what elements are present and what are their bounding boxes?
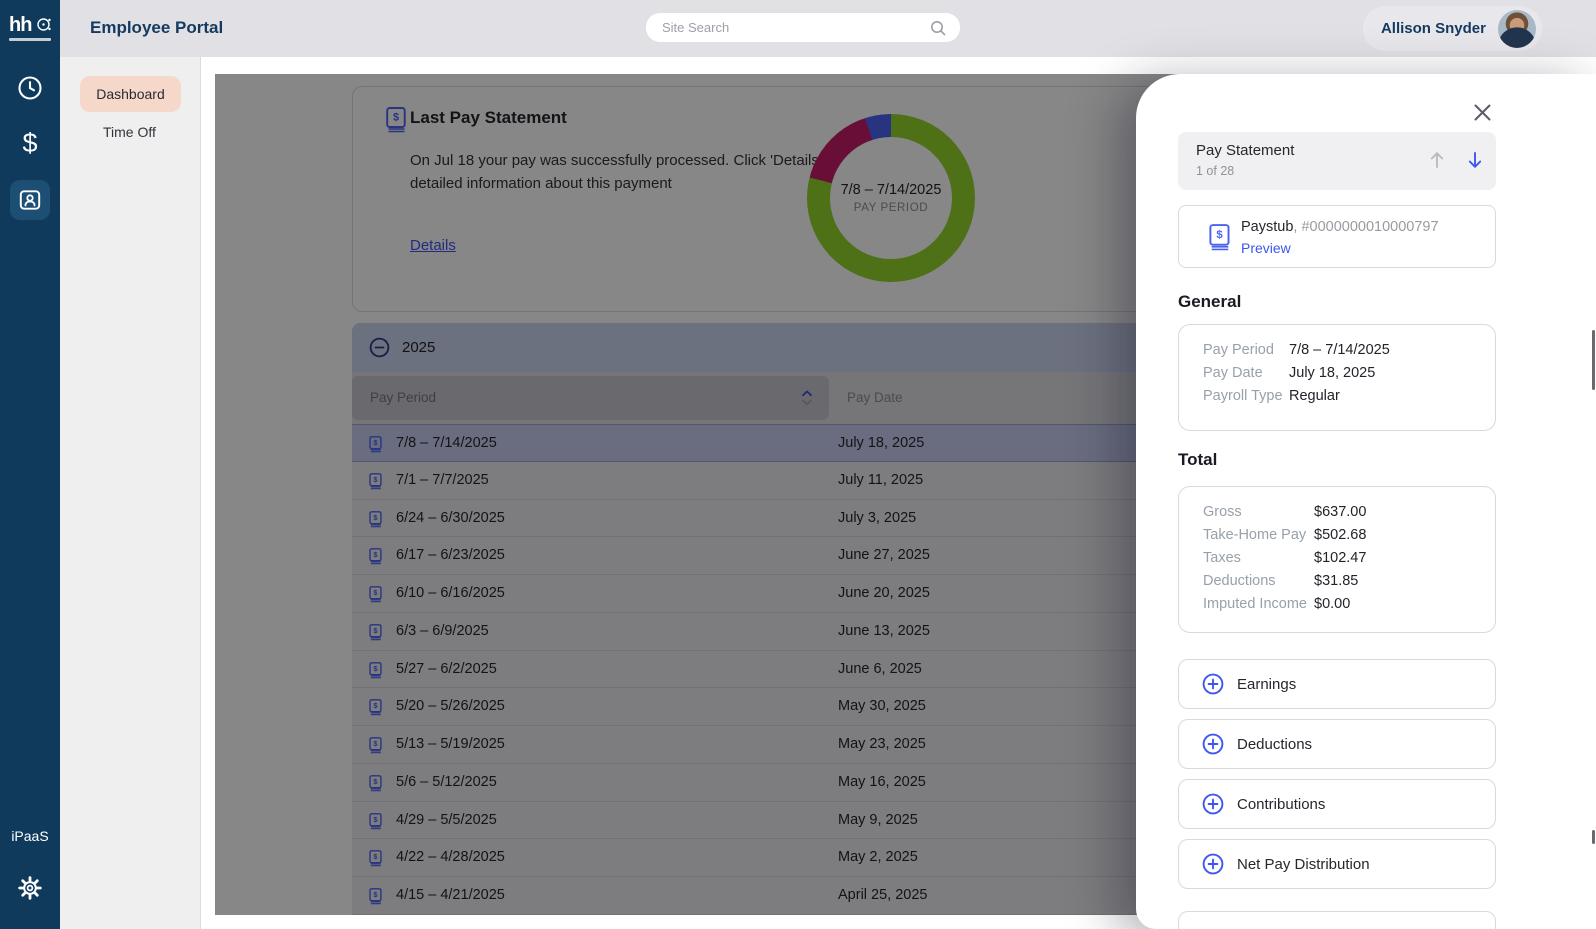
accordion-deductions[interactable]: Deductions [1178,719,1496,769]
general-card: Pay Period7/8 – 7/14/2025Pay DateJuly 18… [1178,324,1496,431]
detail-label: Deductions [1203,573,1314,589]
detail-value: $102.47 [1314,550,1366,566]
svg-text:$: $ [1216,229,1223,241]
total-heading: Total [1178,450,1217,470]
detail-row: Take-Home Pay$502.68 [1203,527,1495,543]
general-heading: General [1178,292,1241,312]
pay-statement-detail-panel: Pay Statement 1 of 28 $ Paystub, #000000… [1136,74,1596,929]
payroll-dollar-nav-icon[interactable]: $ [0,127,60,159]
app-logo[interactable]: hh [0,0,60,57]
detail-value: $31.85 [1314,573,1358,589]
logo-tagline [9,38,51,41]
scrollbar-thumb[interactable] [1592,830,1595,844]
employee-self-service-nav-icon[interactable] [10,180,50,220]
accordion-contributions[interactable]: Contributions [1178,779,1496,829]
detail-row: Gross$637.00 [1203,504,1495,520]
detail-row: Taxes$102.47 [1203,550,1495,566]
scrollbar-thumb[interactable] [1592,330,1595,390]
search-input[interactable] [646,13,960,42]
search-icon[interactable] [928,18,948,43]
detail-row: Imputed Income$0.00 [1203,596,1495,612]
sidebar: Dashboard Time Off [60,57,201,929]
pager-position: 1 of 28 [1196,164,1234,178]
nav-rail: hh $ iPaaS [0,0,60,929]
user-menu[interactable]: Allison Snyder [1363,6,1542,51]
detail-row: Pay Period7/8 – 7/14/2025 [1203,342,1495,358]
top-bar: Employee Portal Allison Snyder [60,0,1596,57]
paystub-document-card: $ Paystub, #0000000010000797 Preview [1178,205,1496,268]
accordion-label: Deductions [1237,736,1312,753]
time-clock-nav-icon[interactable] [0,74,60,102]
detail-row: Deductions$31.85 [1203,573,1495,589]
detail-value: July 18, 2025 [1289,365,1375,381]
detail-label: Pay Period [1203,342,1289,358]
sidebar-item-time-off[interactable]: Time Off [103,124,156,140]
detail-row: Pay DateJuly 18, 2025 [1203,365,1495,381]
detail-label: Gross [1203,504,1314,520]
sidebar-item-label: Dashboard [96,86,165,102]
expand-plus-icon[interactable] [1202,853,1224,875]
next-statement-arrow-icon[interactable] [1466,149,1484,176]
preview-link[interactable]: Preview [1241,240,1291,256]
detail-value: $502.68 [1314,527,1366,543]
detail-value: $0.00 [1314,596,1350,612]
accordion-label: Net Pay Distribution [1237,856,1370,873]
expand-plus-icon[interactable] [1202,793,1224,815]
statement-pager: Pay Statement 1 of 28 [1178,132,1496,190]
sidebar-item-label: Time Off [103,124,156,140]
detail-value: $637.00 [1314,504,1366,520]
total-card: Gross$637.00Take-Home Pay$502.68Taxes$10… [1178,486,1496,633]
accordion-partial[interactable] [1178,911,1496,929]
page-title: Employee Portal [90,18,223,38]
settings-gear-icon[interactable] [0,874,60,902]
sidebar-item-dashboard[interactable]: Dashboard [80,76,181,112]
paystub-icon: $ [1207,223,1232,256]
accordion-net-pay-distribution[interactable]: Net Pay Distribution [1178,839,1496,889]
detail-label: Payroll Type [1203,388,1289,404]
accordion-earnings[interactable]: Earnings [1178,659,1496,709]
user-avatar [1498,10,1536,48]
user-name: Allison Snyder [1381,20,1486,37]
accordion-label: Earnings [1237,676,1296,693]
sidebar-item-ipaas[interactable]: iPaaS [0,828,60,844]
detail-label: Pay Date [1203,365,1289,381]
detail-value: 7/8 – 7/14/2025 [1289,342,1390,358]
previous-statement-arrow-icon[interactable] [1428,149,1446,176]
expand-plus-icon[interactable] [1202,733,1224,755]
close-icon[interactable] [1470,100,1494,124]
logo-clock-icon [36,17,51,37]
detail-row: Payroll TypeRegular [1203,388,1495,404]
document-title: Paystub, #0000000010000797 [1241,219,1439,235]
expand-plus-icon[interactable] [1202,673,1224,695]
app-logo-text: hh [9,14,31,37]
detail-label: Imputed Income [1203,596,1314,612]
detail-value: Regular [1289,388,1340,404]
document-type: Paystub [1241,219,1293,235]
detail-label: Taxes [1203,550,1314,566]
accordion-label: Contributions [1237,796,1325,813]
detail-label: Take-Home Pay [1203,527,1314,543]
pager-title: Pay Statement [1196,142,1294,159]
document-number: , #0000000010000797 [1293,219,1438,235]
